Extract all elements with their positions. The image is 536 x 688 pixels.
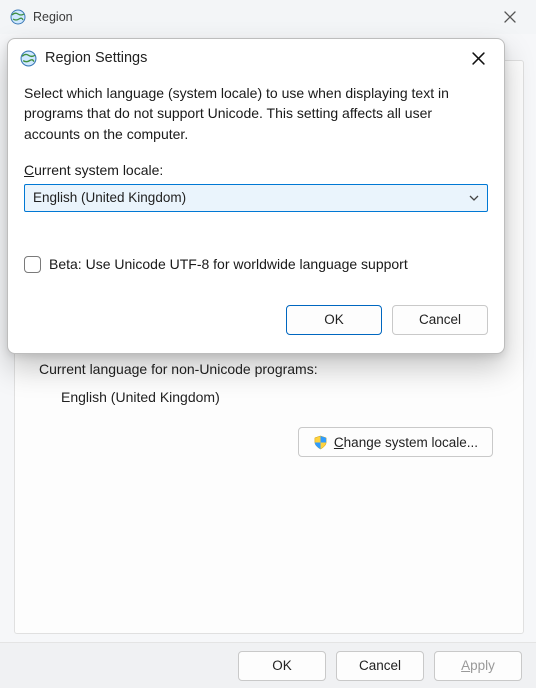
globe-icon [20,50,37,67]
dialog-footer: OK Cancel [8,289,504,353]
region-titlebar: Region [0,0,536,34]
shield-icon [313,435,328,450]
region-ok-button[interactable]: OK [238,651,326,681]
dialog-close-button[interactable] [460,44,496,72]
dialog-description: Select which language (system locale) to… [24,83,488,144]
globe-icon [10,9,26,25]
dialog-cancel-button[interactable]: Cancel [392,305,488,335]
region-apply-button[interactable]: Apply [434,651,522,681]
region-cancel-button[interactable]: Cancel [336,651,424,681]
utf8-beta-checkbox[interactable] [24,256,41,273]
cancel-label: Cancel [359,658,401,673]
chevron-down-icon [469,192,479,204]
current-language-value: English (United Kingdom) [61,389,499,405]
cancel-label: Cancel [419,312,461,327]
ok-label: OK [324,312,344,327]
close-icon [472,52,485,65]
dialog-titlebar: Region Settings [8,39,504,77]
apply-label: Apply [461,658,495,673]
current-language-label: Current language for non-Unicode program… [39,361,499,377]
system-locale-label: Current system locale: [24,162,488,178]
region-window-footer: OK Cancel Apply [0,642,536,688]
close-icon [504,11,516,23]
region-window-title: Region [33,10,73,24]
change-system-locale-label: Change system locale... [334,435,478,450]
utf8-beta-label[interactable]: Beta: Use Unicode UTF-8 for worldwide la… [49,256,408,272]
system-locale-dropdown[interactable]: English (United Kingdom) [24,184,488,212]
ok-label: OK [272,658,292,673]
region-window-close-button[interactable] [492,3,528,31]
system-locale-value: English (United Kingdom) [33,190,186,205]
region-settings-dialog: Region Settings Select which language (s… [7,38,505,354]
change-system-locale-button[interactable]: Change system locale... [298,427,493,457]
dialog-title: Region Settings [45,50,147,66]
dialog-ok-button[interactable]: OK [286,305,382,335]
